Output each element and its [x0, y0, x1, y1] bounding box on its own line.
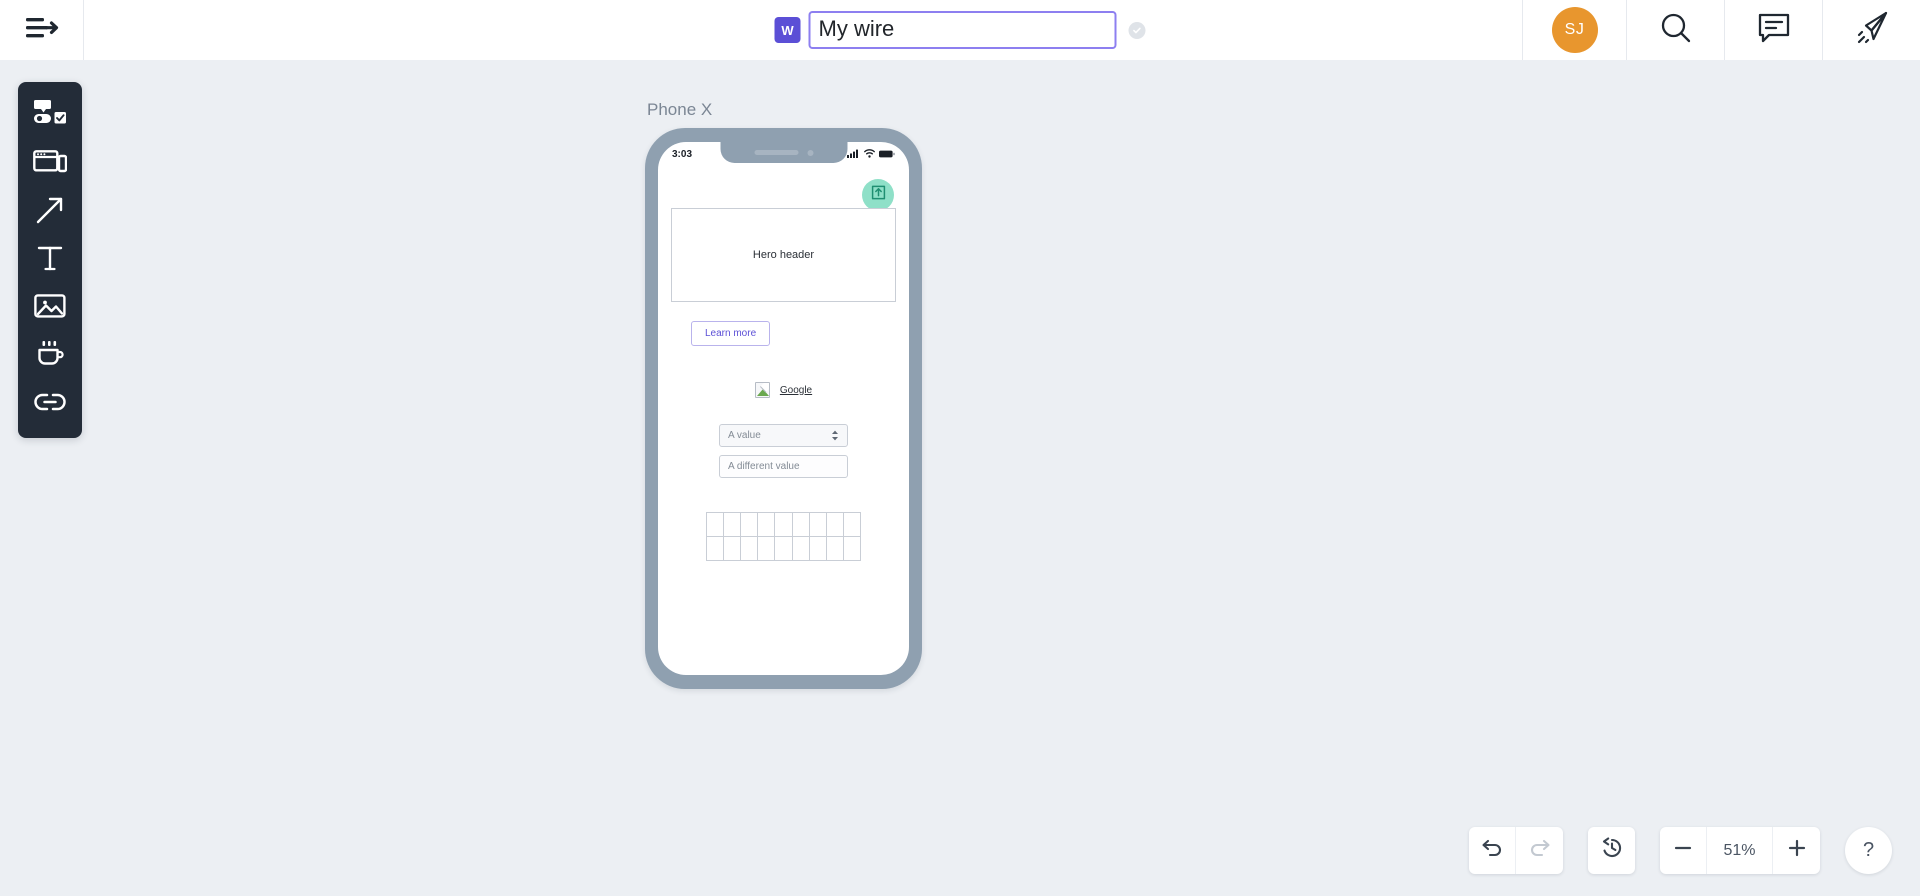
history-button[interactable]: [1588, 827, 1635, 874]
wifi-icon: [864, 145, 875, 163]
tool-rail: [18, 82, 82, 438]
zoom-group: 51%: [1660, 827, 1820, 874]
status-time: 3:03: [672, 148, 693, 160]
top-bar: W SJ: [0, 0, 1920, 60]
table-cell[interactable]: [740, 512, 759, 537]
text-icon: [36, 244, 64, 277]
table-cell[interactable]: [723, 536, 742, 561]
document-title-group: W: [774, 0, 1146, 60]
table-cell[interactable]: [740, 536, 759, 561]
tool-link[interactable]: [18, 380, 82, 428]
check-circle-icon: [1128, 21, 1146, 39]
history-group: [1588, 827, 1635, 874]
table-cell[interactable]: [791, 536, 810, 561]
document-title-input[interactable]: [808, 11, 1117, 49]
table-cell[interactable]: [705, 512, 725, 537]
chevron-updown-icon: [831, 430, 839, 441]
status-bar: 3:03: [658, 142, 909, 166]
minus-icon: [1673, 838, 1693, 863]
device-frame-wrapper: Phone X 3:03 Hero header Learn more Goog…: [645, 100, 922, 689]
tool-text[interactable]: [18, 236, 82, 284]
redo-button[interactable]: [1516, 827, 1563, 874]
different-value-text: A different value: [728, 461, 800, 472]
status-icons: [847, 145, 895, 163]
zoom-level-value[interactable]: 51%: [1707, 827, 1773, 874]
table-cell[interactable]: [757, 536, 776, 561]
avatar: SJ: [1551, 7, 1598, 53]
share-button[interactable]: [1822, 0, 1920, 60]
send-icon: [1853, 9, 1891, 52]
tool-arrow[interactable]: [18, 188, 82, 236]
image-icon: [34, 292, 66, 325]
table-row[interactable]: [705, 512, 862, 537]
tool-ui-components[interactable]: [18, 92, 82, 140]
value-select[interactable]: A value: [719, 424, 848, 447]
signal-icon: [847, 145, 860, 163]
table-cell[interactable]: [808, 512, 827, 537]
table-cell[interactable]: [791, 512, 810, 537]
screen-content: Hero header Learn more Google A value A …: [658, 208, 909, 561]
help-button[interactable]: ?: [1845, 827, 1892, 874]
device-label: Phone X: [647, 100, 713, 119]
arrow-icon: [35, 195, 65, 230]
table-cell[interactable]: [842, 536, 862, 561]
tool-image[interactable]: [18, 284, 82, 332]
plus-icon: [1787, 838, 1807, 863]
avatar-button[interactable]: SJ: [1522, 0, 1626, 60]
undo-button[interactable]: [1469, 827, 1516, 874]
canvas[interactable]: Phone X 3:03 Hero header Learn more Goog…: [0, 60, 1920, 896]
table-cell[interactable]: [774, 536, 793, 561]
table-cell[interactable]: [723, 512, 742, 537]
search-icon: [1657, 9, 1695, 52]
hero-header[interactable]: Hero header: [671, 208, 896, 302]
redo-icon: [1529, 838, 1551, 863]
google-link[interactable]: Google: [780, 385, 812, 396]
form-fields: A value A different value: [671, 424, 896, 478]
data-table[interactable]: [705, 512, 862, 561]
table-cell[interactable]: [757, 512, 776, 537]
learn-more-button[interactable]: Learn more: [691, 321, 771, 346]
zoom-in-button[interactable]: [1773, 827, 1820, 874]
tool-containers[interactable]: [18, 140, 82, 188]
menu-arrow-icon: [25, 15, 59, 46]
top-bar-actions: SJ: [1522, 0, 1920, 60]
table-cell[interactable]: [825, 512, 844, 537]
table-body: [705, 512, 862, 561]
comment-icon: [1757, 11, 1791, 50]
ui-components-icon: [33, 99, 67, 134]
project-badge[interactable]: W: [774, 17, 801, 43]
broken-image-icon: [754, 382, 770, 398]
floating-action-button[interactable]: [862, 179, 894, 211]
google-link-row: Google: [671, 382, 896, 398]
different-value-input[interactable]: A different value: [719, 455, 848, 478]
phone-screen: 3:03 Hero header Learn more Google A val…: [658, 142, 909, 675]
battery-icon: [879, 145, 895, 163]
tool-icons[interactable]: [18, 332, 82, 380]
undo-icon: [1481, 838, 1503, 863]
phone-frame[interactable]: 3:03 Hero header Learn more Google A val…: [645, 128, 922, 689]
hero-header-text: Hero header: [752, 249, 815, 261]
table-cell[interactable]: [705, 536, 725, 561]
zoom-out-button[interactable]: [1660, 827, 1707, 874]
coffee-cup-icon: [35, 339, 65, 374]
value-select-label: A value: [728, 430, 761, 441]
table-row[interactable]: [705, 536, 862, 561]
undo-redo-group: [1469, 827, 1563, 874]
table-cell[interactable]: [774, 512, 793, 537]
upload-icon: [871, 185, 886, 205]
bottom-controls: 51% ?: [1469, 827, 1892, 874]
table-cell[interactable]: [825, 536, 844, 561]
history-icon: [1600, 836, 1624, 865]
comments-button[interactable]: [1724, 0, 1822, 60]
link-icon: [34, 391, 66, 418]
search-button[interactable]: [1626, 0, 1724, 60]
containers-icon: [33, 148, 68, 181]
sidebar-toggle-button[interactable]: [0, 0, 84, 60]
table-cell[interactable]: [842, 512, 862, 537]
table-cell[interactable]: [808, 536, 827, 561]
